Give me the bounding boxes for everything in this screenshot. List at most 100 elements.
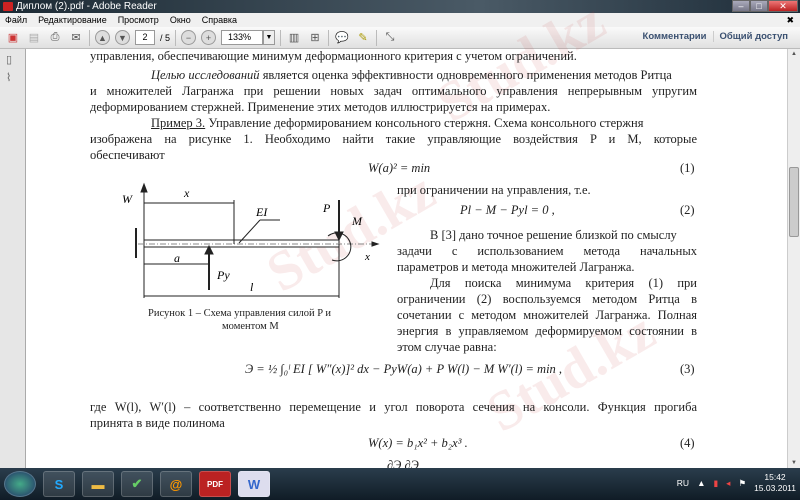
navigation-panel: ▯ ⌇ [0, 49, 26, 468]
menu-help[interactable]: Справка [202, 13, 237, 27]
adobe-taskbar-icon[interactable]: PDF [199, 471, 231, 497]
email-icon[interactable]: ✉ [68, 30, 84, 46]
create-pdf-icon[interactable]: ▣ [5, 30, 21, 46]
label-a: a [174, 251, 180, 265]
menu-file[interactable]: Файл [5, 13, 27, 27]
equation-number: (1) [680, 161, 695, 175]
label-ei: EI [255, 205, 268, 219]
minimize-button[interactable]: – [732, 0, 750, 12]
zoom-out-icon[interactable]: − [181, 30, 197, 45]
divider [328, 29, 330, 46]
example-label: Пример 3. [151, 116, 206, 130]
title-bar: Диплом (2).pdf - Adobe Reader – □ ✕ [0, 0, 800, 13]
paragraph-line: ограничении (2) воспользуемся методом Ри… [397, 292, 697, 306]
paragraph-line: где W(l), W′(l) – соответственно перемещ… [90, 400, 697, 414]
label-py: Py [216, 268, 230, 282]
paragraph-line: деформированием стержней. Применение эти… [90, 100, 551, 114]
next-page-icon[interactable]: ▼ [115, 30, 130, 45]
highlight-icon[interactable]: ✎ [355, 30, 371, 46]
volume-icon[interactable]: ◂ [726, 478, 730, 489]
paragraph-line: управления, обеспечивающие минимум дефор… [90, 49, 577, 63]
zoom-in-icon[interactable]: + [201, 30, 217, 45]
divider [280, 29, 282, 46]
scroll-up-icon[interactable]: ▲ [788, 51, 800, 57]
equation-4: W(x) = b₁x² + b₂x³ . [368, 436, 468, 450]
system-tray: RU ▲ ▮ ◂ ⚑ 15:42 15.03.2011 [677, 472, 796, 494]
menu-edit[interactable]: Редактирование [38, 13, 107, 27]
fullscreen-icon[interactable]: ⤡ [382, 30, 398, 46]
language-indicator[interactable]: RU [677, 478, 689, 488]
word-taskbar-icon[interactable]: W [238, 471, 270, 497]
emphasis: Целью исследований [151, 68, 260, 82]
tasks-taskbar-icon[interactable]: ✔ [121, 471, 153, 497]
mail-taskbar-icon[interactable]: @ [160, 471, 192, 497]
close-document-icon[interactable]: ✖ [786, 13, 794, 27]
text: является оценка эффективности одновремен… [259, 68, 672, 82]
scroll-thumb[interactable] [789, 167, 799, 237]
divider [175, 29, 177, 46]
comments-tab[interactable]: Комментарии [637, 31, 713, 42]
vertical-scrollbar[interactable]: ▲ ▼ [787, 49, 800, 468]
menu-window[interactable]: Окно [170, 13, 191, 27]
paragraph-line: задачи с использованием метода начальных [397, 244, 697, 258]
equation-number: (2) [680, 203, 695, 217]
window-title: Диплом (2).pdf - Adobe Reader [16, 1, 157, 12]
equation-3: Э = ½ ∫₀ˡ EI [ W″(x)]² dx − PyW(a) + P W… [245, 362, 563, 376]
label-p: P [322, 201, 331, 215]
equation-2: Pl − M − Pyl = 0 , [460, 203, 555, 217]
paragraph-line: этом случае равна: [397, 340, 497, 354]
page-total: / 5 [160, 32, 171, 43]
tray-expand-icon[interactable]: ▲ [697, 478, 705, 488]
paragraph-line: принята в виде полинома [90, 416, 225, 430]
paragraph-line: изображена на рисунке 1. Необходимо найт… [90, 132, 697, 146]
prev-page-icon[interactable]: ▲ [95, 30, 110, 45]
text: Управление деформированием консольного с… [205, 116, 644, 130]
divider [89, 29, 90, 46]
paragraph-line: Целью исследований является оценка эффек… [90, 68, 697, 83]
close-button[interactable]: ✕ [768, 0, 798, 12]
share-tab[interactable]: Общий доступ [712, 31, 795, 42]
fit-width-icon[interactable]: ⊞ [307, 30, 323, 46]
pages-icon[interactable]: ▯ [6, 53, 18, 67]
start-button[interactable] [4, 471, 36, 497]
network-icon[interactable]: ▮ [713, 478, 718, 489]
flag-icon[interactable]: ⚑ [738, 478, 746, 489]
skype-taskbar-icon[interactable]: S [43, 471, 75, 497]
figure-caption: моментом M [222, 321, 279, 332]
x-arrow [371, 241, 380, 247]
paragraph-line: сочетании с методом множителей Лагранжа.… [397, 308, 697, 322]
paragraph-line: В [3] дано точное решение близкой по смы… [430, 228, 677, 242]
figure-caption: Рисунок 1 – Схема управления силой P и [148, 308, 331, 319]
menu-view[interactable]: Просмотр [118, 13, 159, 27]
equation-number: (4) [680, 436, 695, 450]
date: 15.03.2011 [754, 483, 796, 493]
attachment-icon[interactable]: ⌇ [6, 71, 18, 85]
clock[interactable]: 15:42 15.03.2011 [754, 472, 796, 494]
print-icon[interactable]: ⎙ [47, 30, 63, 46]
save-icon[interactable]: ▤ [26, 30, 42, 46]
zoom-input[interactable]: 133% [221, 30, 264, 45]
scroll-down-icon[interactable]: ▼ [788, 460, 800, 466]
label-x: x [183, 186, 190, 200]
label-w: W [122, 192, 133, 206]
maximize-button[interactable]: □ [750, 0, 768, 12]
taskbar: S ▬ ✔ @ PDF W RU ▲ ▮ ◂ ⚑ 15:42 15.03.201… [0, 468, 800, 500]
label-l: l [250, 280, 254, 294]
adobe-icon [3, 2, 13, 11]
divider [376, 29, 378, 46]
w-arrow [140, 182, 148, 193]
paragraph-line: параметров и метода множителей Лагранжа. [397, 260, 635, 274]
fit-page-icon[interactable]: ▥ [286, 30, 302, 46]
comment-icon[interactable]: 💬 [334, 30, 350, 46]
paragraph-line: Для поиска минимума критерия (1) при [430, 276, 697, 290]
page-number-input[interactable]: 2 [135, 30, 155, 45]
beam-diagram: W x EI P M a Py l x [122, 182, 380, 298]
paragraph-line: и множителей Лагранжа при решении новых … [90, 84, 697, 98]
label-x-axis: x [364, 251, 370, 263]
explorer-taskbar-icon[interactable]: ▬ [82, 471, 114, 497]
time: 15:42 [764, 472, 786, 482]
label-m: M [351, 214, 363, 228]
menu-bar: Файл Редактирование Просмотр Окно Справк… [0, 13, 800, 27]
zoom-dropdown[interactable]: ▼ [263, 30, 276, 45]
equation-number: (3) [680, 362, 695, 376]
